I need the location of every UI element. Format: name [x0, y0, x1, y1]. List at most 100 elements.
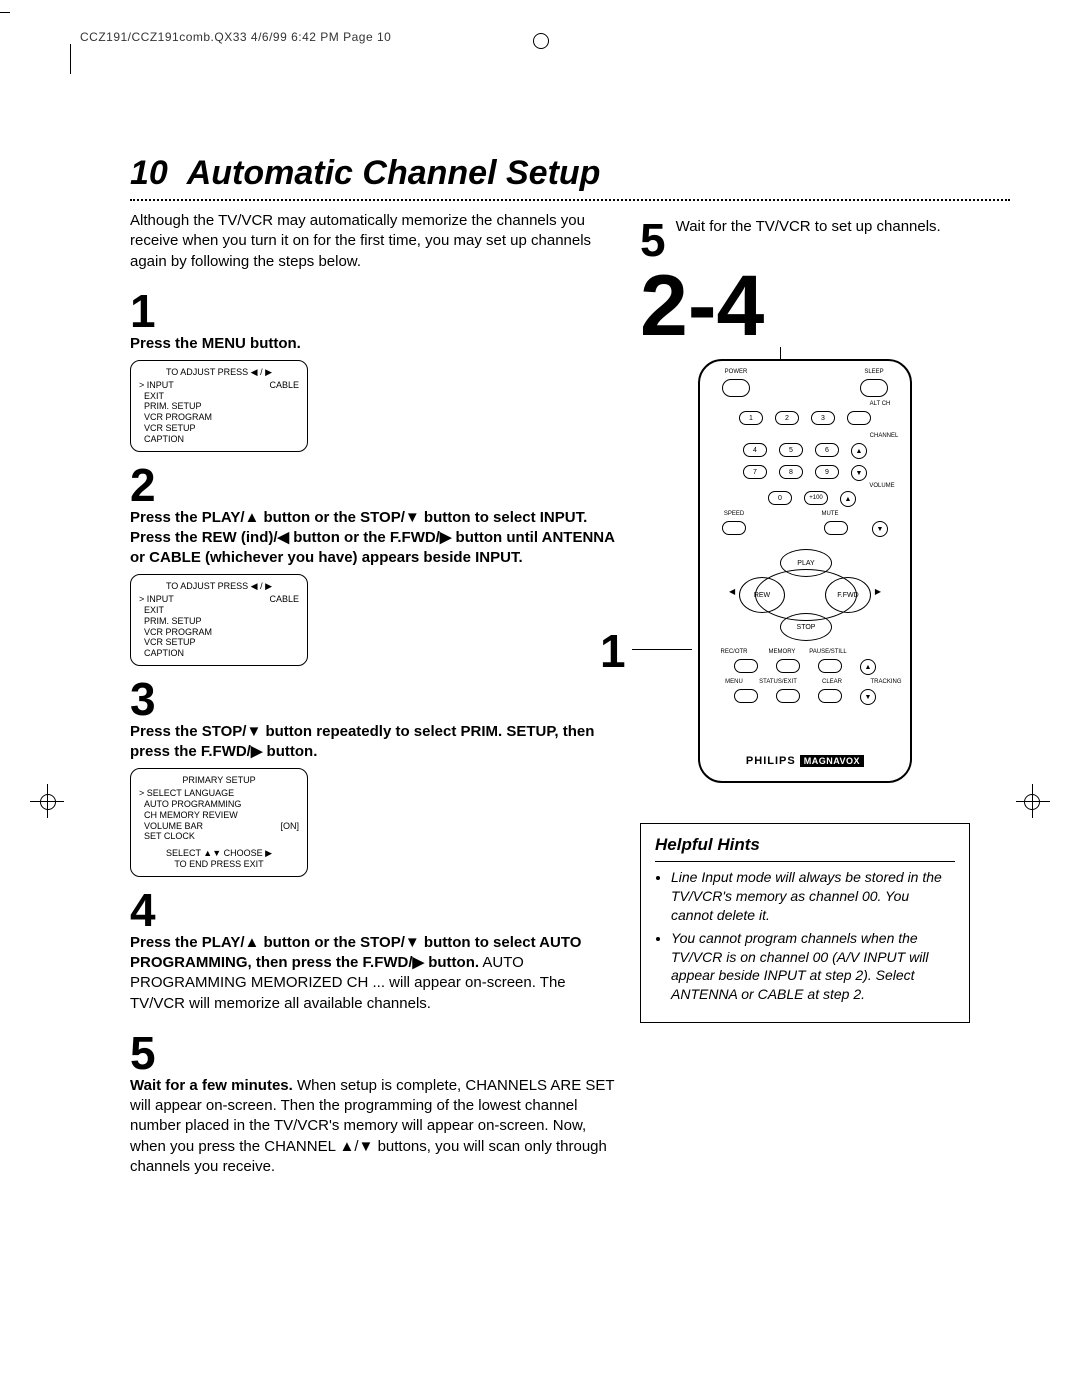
crop-ring-top	[533, 33, 549, 49]
osd3-footer: SELECT ▲▼ CHOOSE ▶	[139, 848, 299, 859]
memory-label: MEMORY	[762, 649, 802, 655]
num-9[interactable]: 9	[815, 465, 839, 479]
sleep-label: SLEEP	[854, 369, 894, 375]
right-step5-number: 5	[640, 217, 666, 263]
pause-label: PAUSE/STILL	[808, 649, 848, 655]
volume-label: VOLUME	[862, 483, 902, 489]
step-2-text: Press the PLAY/▲ button or the STOP/▼ bu…	[130, 508, 620, 569]
osd1-right: CABLE	[269, 380, 299, 445]
num-2[interactable]: 2	[775, 411, 799, 425]
page-number: 10	[130, 154, 168, 192]
tracking-down[interactable]: ▼	[860, 689, 876, 705]
osd2-item: > INPUT	[139, 594, 212, 605]
title-divider	[130, 199, 1010, 201]
content-columns: Although the TV/VCR may automatically me…	[130, 211, 1010, 1177]
step-4: 4	[130, 887, 620, 933]
stop-button[interactable]: STOP	[780, 613, 832, 641]
osd3-item: SET CLOCK	[139, 831, 299, 842]
osd3-item: AUTO PROGRAMMING	[139, 799, 299, 810]
play-button[interactable]: PLAY	[780, 549, 832, 577]
brand-magnavox: MAGNAVOX	[800, 755, 864, 767]
crop-cross-right-v	[1032, 784, 1033, 818]
brand-philips: PHILIPS	[746, 755, 796, 767]
osd1-item: > INPUT	[139, 380, 212, 391]
rew-button[interactable]: REW	[739, 577, 785, 613]
hint-item: You cannot program channels when the TV/…	[671, 929, 955, 1005]
num-3[interactable]: 3	[811, 411, 835, 425]
osd1-item: PRIM. SETUP	[139, 401, 212, 412]
altch-button[interactable]	[847, 411, 871, 425]
step-1-text: Press the MENU button.	[130, 334, 620, 354]
hints-title: Helpful Hints	[655, 834, 955, 862]
status-button[interactable]	[776, 689, 800, 703]
helpful-hints: Helpful Hints Line Input mode will alway…	[640, 823, 970, 1023]
num-6[interactable]: 6	[815, 443, 839, 457]
speed-label: SPEED	[714, 511, 754, 517]
right-step-5: 5 Wait for the TV/VCR to set up channels…	[640, 217, 970, 263]
crop-ring-left	[40, 794, 56, 810]
ffwd-button[interactable]: F.FWD	[825, 577, 871, 613]
num-5[interactable]: 5	[779, 443, 803, 457]
osd-screen-1: TO ADJUST PRESS ◀ / ▶ > INPUT EXIT PRIM.…	[130, 360, 308, 452]
menu-button[interactable]	[734, 689, 758, 703]
osd2-title: TO ADJUST PRESS ◀ / ▶	[139, 581, 299, 592]
num-1[interactable]: 1	[739, 411, 763, 425]
callout-1: 1	[600, 624, 626, 678]
tracking-up[interactable]: ▲	[860, 659, 876, 675]
osd2-item: EXIT	[139, 605, 212, 616]
num-7[interactable]: 7	[743, 465, 767, 479]
right-step5-text: Wait for the TV/VCR to set up channels.	[676, 217, 941, 243]
power-button[interactable]	[722, 379, 750, 397]
crop-cross-right-h	[1016, 801, 1050, 802]
channel-down[interactable]: ▼	[851, 465, 867, 481]
osd2-item: VCR SETUP	[139, 637, 212, 648]
tracking-label: TRACKING	[866, 679, 906, 685]
brand: PHILIPS MAGNAVOX	[700, 755, 910, 767]
left-arrow-icon: ◀	[729, 587, 735, 596]
mute-button[interactable]	[824, 521, 848, 535]
clear-button[interactable]	[818, 689, 842, 703]
step-5-number: 5	[130, 1030, 156, 1076]
num-4[interactable]: 4	[743, 443, 767, 457]
osd3-title: PRIMARY SETUP	[139, 775, 299, 786]
channel-label: CHANNEL	[864, 433, 904, 439]
channel-up[interactable]: ▲	[851, 443, 867, 459]
intro-text: Although the TV/VCR may automatically me…	[130, 211, 620, 272]
power-label: POWER	[716, 369, 756, 375]
recotr-label: REC/OTR	[714, 649, 754, 655]
osd3-item: > SELECT LANGUAGE	[139, 788, 299, 799]
osd3-item: CH MEMORY REVIEW	[139, 810, 299, 821]
step-4-text: Press the PLAY/▲ button or the STOP/▼ bu…	[130, 933, 620, 1014]
callout-2-4: 2-4	[640, 263, 970, 349]
num-0[interactable]: 0	[768, 491, 792, 505]
osd1-item: EXIT	[139, 391, 212, 402]
num-100[interactable]: +100	[804, 491, 828, 505]
status-label: STATUS/EXIT	[758, 679, 798, 685]
volume-down[interactable]: ▼	[872, 521, 888, 537]
osd3-item: VOLUME BAR[ON]	[139, 821, 299, 832]
osd2-item: PRIM. SETUP	[139, 616, 212, 627]
memory-button[interactable]	[776, 659, 800, 673]
sleep-button[interactable]	[860, 379, 888, 397]
callout-1-line	[632, 649, 692, 650]
right-column: 5 Wait for the TV/VCR to set up channels…	[640, 211, 970, 1177]
osd2-item: VCR PROGRAM	[139, 627, 212, 638]
hint-item: Line Input mode will always be stored in…	[671, 868, 955, 925]
osd1-item: VCR PROGRAM	[139, 412, 212, 423]
step-1: 1	[130, 288, 620, 334]
osd-screen-2: TO ADJUST PRESS ◀ / ▶ > INPUT EXIT PRIM.…	[130, 574, 308, 666]
pause-button[interactable]	[818, 659, 842, 673]
step-3-number: 3	[130, 676, 156, 722]
speed-button[interactable]	[722, 521, 746, 535]
osd1-item: VCR SETUP	[139, 423, 212, 434]
crop-cross-left-v	[47, 784, 48, 818]
num-8[interactable]: 8	[779, 465, 803, 479]
osd1-item: CAPTION	[139, 434, 212, 445]
step-2: 2	[130, 462, 620, 508]
page-title: 10 Automatic Channel Setup	[130, 154, 1010, 193]
title-text: Automatic Channel Setup	[187, 154, 601, 192]
volume-up[interactable]: ▲	[840, 491, 856, 507]
recotr-button[interactable]	[734, 659, 758, 673]
osd2-item: CAPTION	[139, 648, 212, 659]
remote-wrapper: 1 POWER SLEEP ALT CH 1 2	[640, 359, 970, 783]
